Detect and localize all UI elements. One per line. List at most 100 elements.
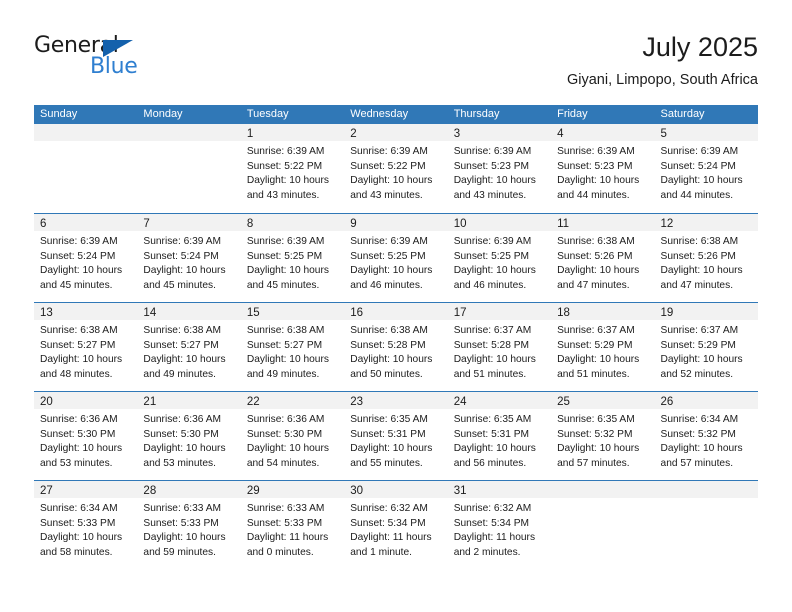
day-cell[interactable]: 18 Sunrise: 6:37 AM Sunset: 5:29 PM Dayl… <box>551 303 655 391</box>
day-cell[interactable]: 2 Sunrise: 6:39 AM Sunset: 5:22 PM Dayli… <box>344 124 448 213</box>
sunset-line: Sunset: 5:30 PM <box>40 428 116 440</box>
day-number: 8 <box>246 218 254 230</box>
general-blue-logo[interactable]: General Blue <box>34 35 234 87</box>
day-info <box>551 498 654 502</box>
day-number-band: 30 <box>344 481 448 498</box>
day-number: 20 <box>40 396 53 408</box>
page-header: General Blue July 2025 Giyani, Limpopo, … <box>34 30 758 92</box>
day-cell[interactable] <box>137 124 241 213</box>
day-cell[interactable]: 17 Sunrise: 6:37 AM Sunset: 5:28 PM Dayl… <box>447 303 552 391</box>
sunrise-line: Sunrise: 6:38 AM <box>557 236 635 247</box>
daylight-line-1: Daylight: 10 hours <box>350 265 433 277</box>
day-cell[interactable]: 31 Sunrise: 6:32 AM Sunset: 5:34 PM Dayl… <box>447 481 552 569</box>
day-number: 2 <box>350 128 357 140</box>
sunset-line: Sunset: 5:27 PM <box>40 339 116 351</box>
day-info: Sunrise: 6:39 AM Sunset: 5:25 PM Dayligh… <box>448 231 551 293</box>
day-number-band: 16 <box>344 303 448 320</box>
sunset-line: Sunset: 5:27 PM <box>143 339 219 351</box>
day-cell[interactable]: 12 Sunrise: 6:38 AM Sunset: 5:26 PM Dayl… <box>654 214 758 302</box>
day-cell[interactable]: 29 Sunrise: 6:33 AM Sunset: 5:33 PM Dayl… <box>240 481 345 569</box>
day-info: Sunrise: 6:36 AM Sunset: 5:30 PM Dayligh… <box>34 409 137 471</box>
day-number-band: 6 <box>34 214 138 231</box>
day-cell[interactable]: 5 Sunrise: 6:39 AM Sunset: 5:24 PM Dayli… <box>654 124 758 213</box>
day-number: 30 <box>350 485 364 497</box>
daylight-line-2: and 1 minute. <box>350 546 412 558</box>
daylight-line-1: Daylight: 11 hours <box>246 532 329 544</box>
day-cell[interactable]: 10 Sunrise: 6:39 AM Sunset: 5:25 PM Dayl… <box>447 214 552 302</box>
daylight-line-1: Daylight: 11 hours <box>350 532 432 544</box>
day-cell[interactable]: 19 Sunrise: 6:37 AM Sunset: 5:29 PM Dayl… <box>654 303 758 391</box>
day-info: Sunrise: 6:39 AM Sunset: 5:23 PM Dayligh… <box>551 141 654 203</box>
day-info <box>655 498 758 502</box>
daylight-line-1: Daylight: 10 hours <box>143 532 226 544</box>
day-number: 14 <box>143 307 157 319</box>
sunset-line: Sunset: 5:26 PM <box>660 250 736 262</box>
day-cell[interactable]: 4 Sunrise: 6:39 AM Sunset: 5:23 PM Dayli… <box>551 124 655 213</box>
week-row: 1 Sunrise: 6:39 AM Sunset: 5:22 PM Dayli… <box>34 124 758 213</box>
sunset-line: Sunset: 5:22 PM <box>350 160 426 172</box>
daylight-line-2: and 51 minutes. <box>453 368 527 380</box>
day-info: Sunrise: 6:39 AM Sunset: 5:25 PM Dayligh… <box>344 231 447 293</box>
daylight-line-2: and 56 minutes. <box>453 457 527 469</box>
day-number-band: 22 <box>240 392 345 409</box>
day-info: Sunrise: 6:38 AM Sunset: 5:28 PM Dayligh… <box>344 320 447 382</box>
day-number-band: 26 <box>654 392 758 409</box>
sunrise-line: Sunrise: 6:36 AM <box>143 414 222 425</box>
day-info: Sunrise: 6:39 AM Sunset: 5:22 PM Dayligh… <box>344 141 447 203</box>
day-cell[interactable]: 23 Sunrise: 6:35 AM Sunset: 5:31 PM Dayl… <box>344 392 448 480</box>
day-cell[interactable]: 26 Sunrise: 6:34 AM Sunset: 5:32 PM Dayl… <box>654 392 758 480</box>
sunrise-line: Sunrise: 6:37 AM <box>557 325 635 336</box>
day-info: Sunrise: 6:38 AM Sunset: 5:27 PM Dayligh… <box>137 320 240 382</box>
day-cell[interactable]: 8 Sunrise: 6:39 AM Sunset: 5:25 PM Dayli… <box>240 214 345 302</box>
day-cell[interactable]: 7 Sunrise: 6:39 AM Sunset: 5:24 PM Dayli… <box>137 214 241 302</box>
day-cell[interactable]: 16 Sunrise: 6:38 AM Sunset: 5:28 PM Dayl… <box>344 303 448 391</box>
day-info: Sunrise: 6:39 AM Sunset: 5:24 PM Dayligh… <box>655 141 758 203</box>
sunset-line: Sunset: 5:24 PM <box>40 250 116 262</box>
day-cell[interactable]: 13 Sunrise: 6:38 AM Sunset: 5:27 PM Dayl… <box>34 303 138 391</box>
daylight-line-2: and 49 minutes. <box>143 368 216 380</box>
daylight-line-2: and 45 minutes. <box>246 279 320 291</box>
day-number: 1 <box>246 128 254 140</box>
day-info: Sunrise: 6:37 AM Sunset: 5:29 PM Dayligh… <box>655 320 758 382</box>
day-cell[interactable]: 1 Sunrise: 6:39 AM Sunset: 5:22 PM Dayli… <box>240 124 345 213</box>
daylight-line-2: and 57 minutes. <box>660 457 734 469</box>
day-cell[interactable]: 25 Sunrise: 6:35 AM Sunset: 5:32 PM Dayl… <box>551 392 655 480</box>
sunrise-line: Sunrise: 6:35 AM <box>453 414 532 425</box>
daylight-line-2: and 53 minutes. <box>143 457 216 469</box>
day-number-band: 14 <box>137 303 241 320</box>
day-cell[interactable]: 3 Sunrise: 6:39 AM Sunset: 5:23 PM Dayli… <box>447 124 552 213</box>
daylight-line-1: Daylight: 10 hours <box>660 443 743 455</box>
day-cell[interactable]: 20 Sunrise: 6:36 AM Sunset: 5:30 PM Dayl… <box>34 392 138 480</box>
day-info: Sunrise: 6:38 AM Sunset: 5:26 PM Dayligh… <box>551 231 654 293</box>
daylight-line-1: Daylight: 10 hours <box>453 175 536 187</box>
day-cell[interactable] <box>34 124 138 213</box>
day-cell[interactable]: 28 Sunrise: 6:33 AM Sunset: 5:33 PM Dayl… <box>137 481 241 569</box>
daylight-line-1: Daylight: 10 hours <box>143 354 226 366</box>
day-number-band: 2 <box>344 124 448 141</box>
day-number-band: 18 <box>551 303 655 320</box>
week-row: 6 Sunrise: 6:39 AM Sunset: 5:24 PM Dayli… <box>34 213 758 302</box>
day-cell[interactable]: 6 Sunrise: 6:39 AM Sunset: 5:24 PM Dayli… <box>34 214 138 302</box>
daylight-line-2: and 58 minutes. <box>40 546 113 558</box>
sunset-line: Sunset: 5:23 PM <box>557 160 633 172</box>
day-cell[interactable]: 21 Sunrise: 6:36 AM Sunset: 5:30 PM Dayl… <box>137 392 241 480</box>
day-number-band: 3 <box>447 124 552 141</box>
day-cell[interactable] <box>654 481 758 569</box>
daylight-line-1: Daylight: 10 hours <box>143 265 226 277</box>
day-cell[interactable]: 11 Sunrise: 6:38 AM Sunset: 5:26 PM Dayl… <box>551 214 655 302</box>
day-number: 12 <box>660 218 674 230</box>
day-cell[interactable]: 22 Sunrise: 6:36 AM Sunset: 5:30 PM Dayl… <box>240 392 345 480</box>
day-cell[interactable]: 24 Sunrise: 6:35 AM Sunset: 5:31 PM Dayl… <box>447 392 552 480</box>
day-number: 25 <box>557 396 570 408</box>
day-cell[interactable]: 15 Sunrise: 6:38 AM Sunset: 5:27 PM Dayl… <box>240 303 345 391</box>
day-number-band: 10 <box>447 214 552 231</box>
calendar-grid: Sunday Monday Tuesday Wednesday Thursday… <box>34 105 758 569</box>
weekday-header-tuesday: Tuesday <box>246 108 289 120</box>
day-cell[interactable] <box>551 481 655 569</box>
day-cell[interactable]: 27 Sunrise: 6:34 AM Sunset: 5:33 PM Dayl… <box>34 481 138 569</box>
sunset-line: Sunset: 5:33 PM <box>40 517 116 529</box>
day-cell[interactable]: 9 Sunrise: 6:39 AM Sunset: 5:25 PM Dayli… <box>344 214 448 302</box>
weekday-header-saturday: Saturday <box>660 108 705 120</box>
day-cell[interactable]: 30 Sunrise: 6:32 AM Sunset: 5:34 PM Dayl… <box>344 481 448 569</box>
day-cell[interactable]: 14 Sunrise: 6:38 AM Sunset: 5:27 PM Dayl… <box>137 303 241 391</box>
